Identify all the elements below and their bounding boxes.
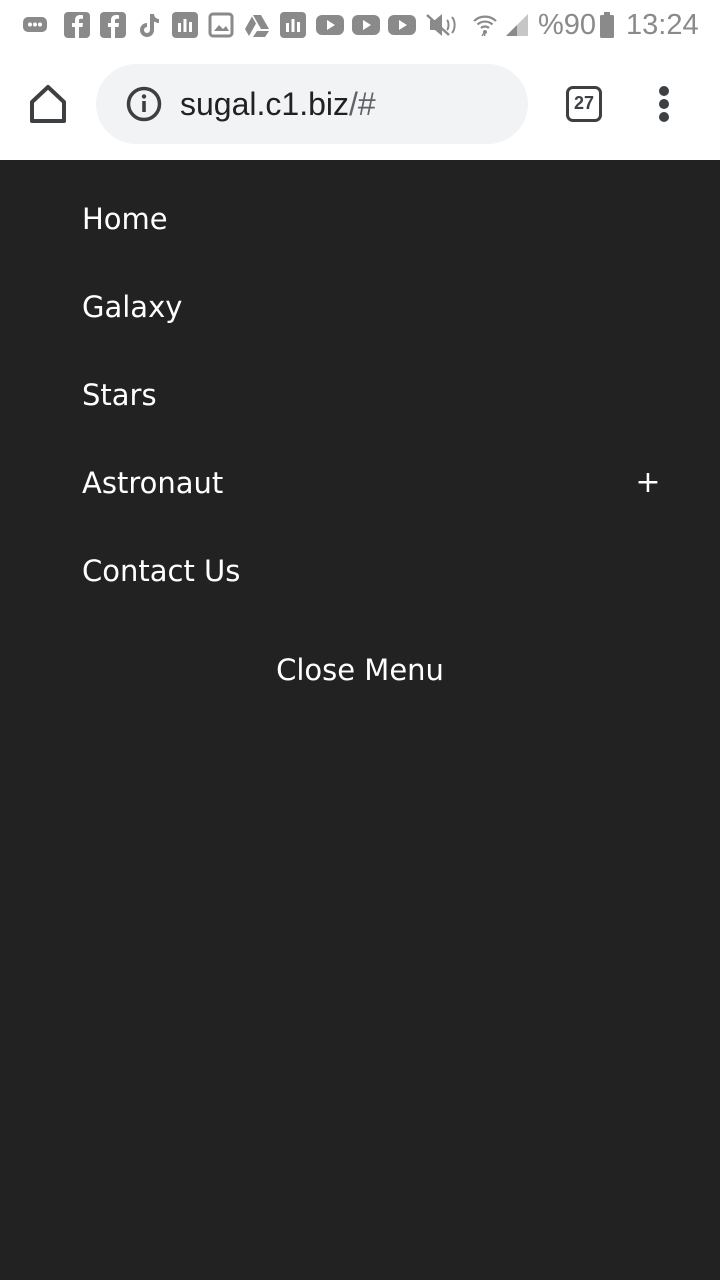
home-icon [30, 85, 66, 123]
address-bar[interactable]: sugal.c1.biz/# [96, 64, 528, 144]
navigation-menu: Home Galaxy Stars Astronaut + Contact Us… [0, 160, 720, 1280]
status-bar: %90 13:24 [0, 0, 720, 50]
tiktok-icon [136, 12, 162, 38]
facebook-icon [64, 12, 90, 38]
facebook-icon [100, 12, 126, 38]
nav-item-label: Contact Us [82, 554, 241, 588]
browser-toolbar: sugal.c1.biz/# 27 [0, 50, 720, 160]
messages-icon [22, 12, 48, 38]
gallery-icon [208, 12, 234, 38]
nav-item-label: Astronaut [82, 466, 224, 500]
nav-item-astronaut[interactable]: Astronaut + [82, 463, 662, 551]
url-text: sugal.c1.biz/# [180, 84, 376, 124]
home-button[interactable] [24, 82, 72, 126]
mute-icon [424, 12, 460, 38]
stats-icon [280, 12, 306, 38]
clock: 13:24 [626, 9, 699, 41]
youtube-icon [352, 12, 380, 38]
nav-item-home[interactable]: Home [82, 199, 662, 287]
wifi-icon [472, 12, 498, 38]
close-menu-button[interactable]: Close Menu [0, 650, 720, 690]
nav-item-label: Stars [82, 378, 157, 412]
url-host: sugal.c1.biz [180, 86, 349, 122]
youtube-icon [388, 12, 416, 38]
url-path: /# [348, 86, 376, 122]
tab-switcher-button[interactable]: 27 [566, 86, 602, 122]
stats-icon [172, 12, 198, 38]
nav-item-contact-us[interactable]: Contact Us [82, 551, 662, 639]
signal-icon [504, 12, 530, 38]
expand-submenu-icon[interactable]: + [630, 463, 666, 503]
battery-percent: %90 [538, 9, 597, 41]
info-icon[interactable] [126, 86, 162, 122]
more-options-icon[interactable] [650, 84, 678, 124]
nav-item-stars[interactable]: Stars [82, 375, 662, 463]
nav-item-label: Galaxy [82, 290, 183, 324]
youtube-icon [316, 12, 344, 38]
nav-item-galaxy[interactable]: Galaxy [82, 287, 662, 375]
drive-icon [244, 12, 270, 38]
nav-item-label: Home [82, 202, 168, 236]
battery-icon [598, 12, 616, 38]
